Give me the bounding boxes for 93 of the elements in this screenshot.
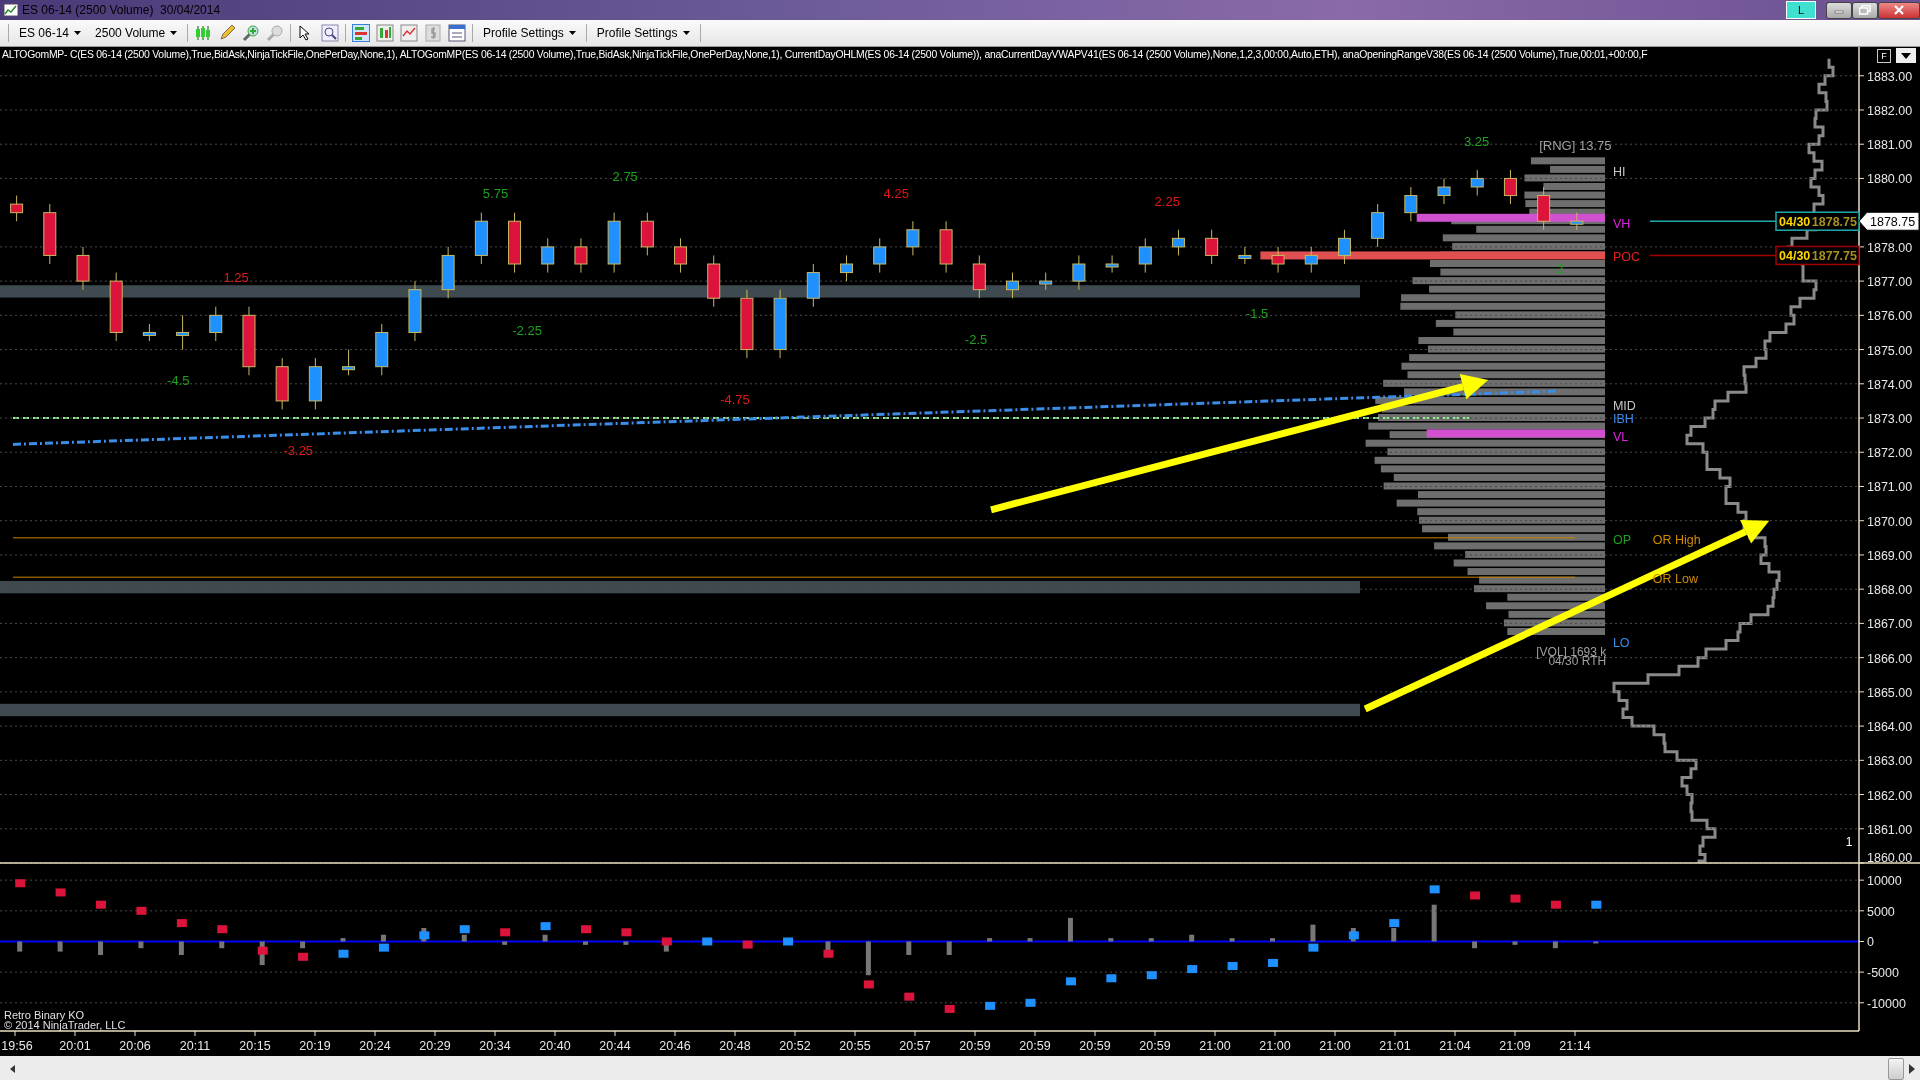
chart-label: LO bbox=[1612, 635, 1630, 650]
chart-note: Retro Binary KO bbox=[4, 1009, 85, 1021]
time-label: 20:52 bbox=[779, 1039, 811, 1053]
delta-label: -5000 bbox=[1867, 966, 1899, 981]
chart-label: 3.25 bbox=[1463, 134, 1490, 150]
time-label: 20:55 bbox=[839, 1039, 871, 1053]
price-label: 1876.00 bbox=[1867, 309, 1913, 324]
chart-label: 5.75 bbox=[482, 185, 509, 201]
f-toggle[interactable]: F bbox=[1877, 49, 1891, 63]
chart-label: OR Low bbox=[1652, 572, 1698, 587]
chart-label: IBH bbox=[1612, 412, 1634, 427]
time-label: 20:46 bbox=[659, 1039, 691, 1053]
time-label: 21:00 bbox=[1259, 1039, 1291, 1053]
profile-settings-dropdown[interactable]: Profile Settings bbox=[592, 26, 694, 40]
price-label: 1880.00 bbox=[1867, 172, 1913, 187]
last-price-flag: 1878.75 bbox=[1858, 211, 1920, 231]
time-label: 21:14 bbox=[1559, 1039, 1591, 1053]
time-label: 20:59 bbox=[1019, 1039, 1051, 1053]
price-label: 1864.00 bbox=[1867, 720, 1913, 735]
bar-type-dropdown[interactable]: 2500 Volume bbox=[91, 26, 182, 40]
time-label: 20:57 bbox=[899, 1039, 931, 1053]
time-label: 20:59 bbox=[1079, 1039, 1111, 1053]
chart-label: 1 bbox=[1845, 834, 1853, 849]
chart-label: VH bbox=[1612, 216, 1631, 231]
time-label: 20:44 bbox=[599, 1039, 631, 1053]
time-label: 21:00 bbox=[1319, 1039, 1351, 1053]
time-label: 21:01 bbox=[1379, 1039, 1411, 1053]
time-label: 20:01 bbox=[59, 1039, 91, 1053]
price-label: 1868.00 bbox=[1867, 583, 1913, 598]
chart-label: -2.5 bbox=[964, 331, 988, 347]
chart-label: HI bbox=[1612, 164, 1626, 179]
price-label: 1872.00 bbox=[1867, 446, 1913, 461]
price-label: 1874.00 bbox=[1867, 377, 1913, 392]
link-badge[interactable]: L bbox=[1786, 1, 1816, 19]
price-label: 1861.00 bbox=[1867, 822, 1913, 837]
time-label: 20:24 bbox=[359, 1039, 391, 1053]
marker-date: 04/30 bbox=[1779, 249, 1811, 264]
price-label: 1873.00 bbox=[1867, 412, 1913, 427]
chart-label: -4.5 bbox=[167, 373, 190, 389]
time-label: 21:04 bbox=[1439, 1039, 1471, 1053]
time-label: 21:09 bbox=[1499, 1039, 1531, 1053]
price-label: 1866.00 bbox=[1867, 651, 1913, 666]
delta-label: 0 bbox=[1867, 935, 1874, 950]
price-label: 1877.00 bbox=[1867, 275, 1913, 290]
time-label: 20:48 bbox=[719, 1039, 751, 1053]
price-label: 1878.00 bbox=[1867, 240, 1913, 255]
chart-label: -4.75 bbox=[720, 392, 750, 408]
price-label: 1875.00 bbox=[1867, 343, 1913, 358]
marker-date: 04/30 bbox=[1779, 215, 1811, 230]
marker-price: 1878.75 bbox=[1811, 215, 1857, 230]
price-label: 1883.00 bbox=[1867, 69, 1913, 84]
chart-label: 2.25 bbox=[1154, 194, 1180, 210]
delta-label: 10000 bbox=[1867, 874, 1902, 889]
time-label: 20:15 bbox=[239, 1039, 271, 1053]
chart-label: VL bbox=[1612, 429, 1629, 444]
instrument-dropdown[interactable]: ES 06-14 bbox=[15, 26, 86, 40]
chart-label: 4.25 bbox=[883, 185, 909, 201]
time-label: 20:19 bbox=[299, 1039, 331, 1053]
chart-label: OR High bbox=[1652, 532, 1701, 547]
chart-label: POC bbox=[1612, 250, 1640, 265]
price-label: 1881.00 bbox=[1867, 138, 1913, 153]
time-label: 20:59 bbox=[1139, 1039, 1171, 1053]
chart-label: [RNG] 13.75 bbox=[1539, 137, 1612, 153]
chart-label: MID bbox=[1612, 399, 1636, 414]
price-label: 1862.00 bbox=[1867, 788, 1913, 803]
price-label: 1869.00 bbox=[1867, 548, 1913, 563]
chart-label: OP bbox=[1612, 532, 1631, 547]
chart-label: -1.5 bbox=[1245, 305, 1269, 321]
price-label: 1865.00 bbox=[1867, 685, 1913, 700]
time-label: 20:59 bbox=[959, 1039, 991, 1053]
time-label: 20:40 bbox=[539, 1039, 571, 1053]
price-label: 1870.00 bbox=[1867, 514, 1913, 529]
time-label: 20:06 bbox=[119, 1039, 151, 1053]
chart-label: 2.75 bbox=[612, 168, 638, 184]
chart-label: 1.25 bbox=[223, 270, 249, 286]
indicator-list: ALTOGomMP- C(ES 06-14 (2500 Volume),True,BidAsk,NinjaTickFile,OnePerDay,None,1), ALTOGomMP(ES 06-14 (2500 Volume),True,BidAsk,NinjaTickFile,OnePerDay,None,1), CurrentDayOHLM(ES 06-14 (2500 Volume)), anaCurrentDayVWAPV41(ES 06-14 (2500 Volume),None,1,2,3,00:00,Auto,ETH), anaOpeningRangeV38(ES 06-14 (2500 Volume),True,00:01,+00:00,F bbox=[2, 49, 1648, 60]
time-label: 20:11 bbox=[179, 1039, 211, 1053]
window-title: ES 06-14 (2500 Volume) 30/04/2014 bbox=[22, 3, 222, 17]
price-label: 1867.00 bbox=[1867, 617, 1913, 632]
price-label: 1871.00 bbox=[1867, 480, 1913, 495]
delta-label: -10000 bbox=[1867, 996, 1906, 1011]
profile-settings-dropdown[interactable]: Profile Settings bbox=[479, 26, 580, 40]
time-label: 20:29 bbox=[419, 1039, 451, 1053]
price-label: 1882.00 bbox=[1867, 104, 1913, 118]
time-label: 19:56 bbox=[1, 1039, 33, 1053]
marker-price: 1877.75 bbox=[1811, 249, 1857, 264]
chart-label: -2.25 bbox=[512, 322, 542, 338]
price-label: 1863.00 bbox=[1867, 754, 1913, 769]
chart-label: -3.25 bbox=[283, 442, 314, 458]
time-label: 20:34 bbox=[479, 1039, 511, 1053]
delta-label: 5000 bbox=[1867, 904, 1895, 919]
time-label: 21:00 bbox=[1199, 1039, 1231, 1053]
price-label: 1860.00 bbox=[1867, 851, 1913, 865]
